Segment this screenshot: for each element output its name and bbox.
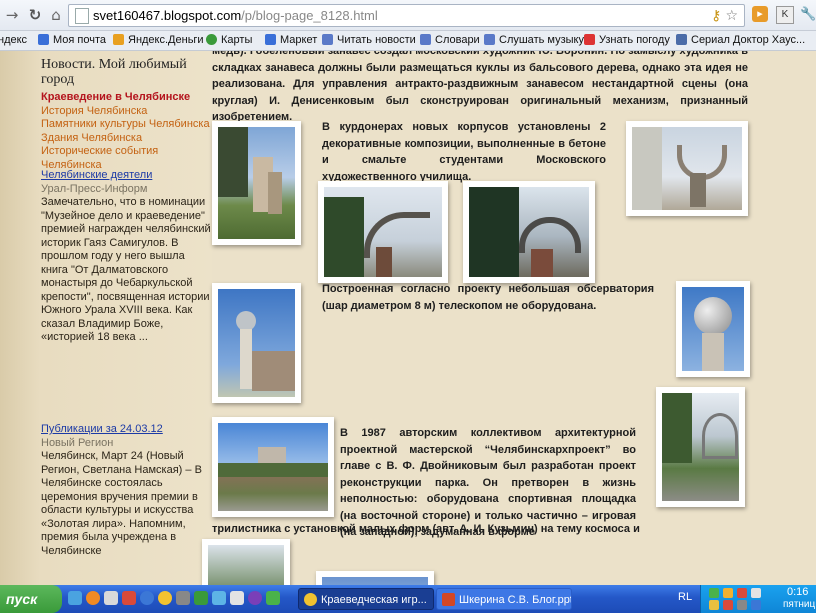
feed-source: Новый Регион [41, 436, 114, 449]
task-chrome[interactable]: Краеведческая игр... [298, 588, 434, 610]
reload-icon[interactable]: ↻ [25, 5, 45, 25]
photo-park-1 [212, 417, 334, 517]
market-icon [265, 34, 276, 45]
powerpoint-icon [442, 593, 455, 606]
language-indicator[interactable]: RL [678, 591, 692, 603]
money-icon [113, 34, 124, 45]
page-menu-icon[interactable]: K [776, 6, 794, 24]
maps-icon [206, 34, 217, 45]
feed-source: Урал-Пресс-Информ [41, 182, 148, 195]
photo-park-4 [316, 571, 434, 585]
mail-icon [38, 34, 49, 45]
bookmark-mail[interactable]: Моя почта [38, 33, 106, 48]
chrome-icon[interactable] [158, 591, 172, 605]
sidebar: Новости. Мой любимый город Краеведение в… [0, 51, 212, 585]
web-page: Новости. Мой любимый город Краеведение в… [0, 51, 816, 585]
quicklaunch-icon[interactable] [122, 591, 136, 605]
task-powerpoint[interactable]: Шкерина С.В. Блог.ppt [436, 588, 572, 610]
tray-icon[interactable] [737, 588, 747, 598]
bookmark-dictionaries[interactable]: Словари [420, 33, 480, 48]
wrench-icon[interactable]: 🔧 [800, 6, 816, 22]
ie-icon[interactable] [140, 591, 154, 605]
bookmark-market[interactable]: Маркет [265, 33, 317, 48]
browser-toolbar: → ↻ ⌂ svet160467.blogspot.com/p/blog-pag… [0, 0, 816, 31]
feed-text: Челябинск, Март 24 (Новый Регион, Светла… [41, 450, 202, 557]
link-publications[interactable]: Публикации за 24.03.12 [41, 423, 213, 437]
paragraph-compositions: В курдонерах новых корпусов установлены … [322, 121, 606, 183]
link-events[interactable]: Исторические события Челябинска [41, 145, 213, 172]
quicklaunch-icon[interactable] [104, 591, 118, 605]
link-buildings[interactable]: Здания Челябинска [41, 132, 213, 146]
bookmark-news[interactable]: Читать новости [322, 33, 416, 48]
sidebar-links: Краеведение в Челябинске История Челябин… [41, 91, 213, 172]
bookmarks-bar: ндекс Моя почта Яндекс.Деньги Карты Марк… [0, 31, 816, 51]
photo-observatory-1 [212, 283, 301, 403]
bookmark-house-md[interactable]: Сериал Доктор Хаус... [676, 33, 805, 48]
quicklaunch-icon[interactable] [68, 591, 82, 605]
paragraph-observatory: Построенная согласно проекту небольшая о… [322, 283, 654, 312]
quicklaunch-icon[interactable] [194, 591, 208, 605]
feed-publications: Публикации за 24.03.12 Новый Регион Челя… [41, 423, 213, 558]
bookmark-music[interactable]: Слушать музыку [484, 33, 584, 48]
tray-icon[interactable] [723, 588, 733, 598]
page-icon [75, 8, 89, 24]
feed-figures: Челябинские деятели Урал-Пресс-Информ За… [41, 169, 213, 345]
clock-day: пятниц [783, 599, 816, 610]
news-icon [322, 34, 333, 45]
quicklaunch-icon[interactable] [212, 591, 226, 605]
feed-text: Замечательно, что в номинации "Музейное … [41, 196, 211, 343]
quicklaunch-icon[interactable] [230, 591, 244, 605]
start-button[interactable]: пуск [0, 585, 62, 613]
tray-icon[interactable] [709, 588, 719, 598]
tray-icon[interactable] [709, 600, 719, 610]
firefox-icon[interactable] [86, 591, 100, 605]
tray-icon[interactable] [737, 600, 747, 610]
bookmark-yandex[interactable]: ндекс [0, 33, 27, 48]
chrome-icon [304, 593, 317, 606]
quicklaunch-icon[interactable] [248, 591, 262, 605]
clock-time[interactable]: 0:16 [787, 586, 808, 598]
link-figures[interactable]: Челябинские деятели [41, 169, 213, 183]
system-tray: 0:16 пятниц [700, 585, 816, 613]
dictionary-icon [420, 34, 431, 45]
extension-icon[interactable]: ▸ [752, 6, 768, 22]
photo-sculpture-3 [318, 181, 448, 283]
music-icon [484, 34, 495, 45]
forward-arrow-icon[interactable]: → [2, 5, 22, 25]
link-history[interactable]: История Челябинска [41, 105, 213, 119]
bookmark-weather[interactable]: Узнать погоду [584, 33, 670, 48]
link-local-history[interactable]: Краеведение в Челябинске [41, 91, 213, 105]
link-monuments[interactable]: Памятники культуры Челябинска [41, 118, 213, 132]
photo-park-3 [202, 539, 290, 585]
photo-sculpture-2 [626, 121, 748, 216]
taskbar: пуск Краеведческая игр... Шкерина С.В. Б… [0, 585, 816, 613]
photo-observatory-2 [676, 281, 750, 377]
tray-icon[interactable] [751, 588, 761, 598]
bookmark-yandex-money[interactable]: Яндекс.Деньги [113, 33, 204, 48]
url-path: /p/blog-page_8128.html [241, 8, 378, 23]
address-bar[interactable]: svet160467.blogspot.com/p/blog-page_8128… [68, 4, 745, 27]
url-host: svet160467.blogspot.com [93, 8, 242, 23]
paragraph-park-end: трилистника с установкой малых форм (авт… [212, 523, 640, 535]
key-icon[interactable]: ⚷ [711, 8, 721, 24]
quicklaunch-icon[interactable] [266, 591, 280, 605]
bookmark-page-icon [676, 34, 687, 45]
photo-sculpture-1 [212, 121, 301, 245]
sidebar-title: Новости. Мой любимый город [41, 57, 187, 87]
bookmark-maps[interactable]: Карты [206, 33, 252, 48]
tray-icon[interactable] [751, 600, 761, 610]
article-content: медь). Гобеленовый занавес создал москов… [202, 51, 816, 585]
quicklaunch-icon[interactable] [176, 591, 190, 605]
photo-park-2 [656, 387, 745, 507]
photo-sculpture-4 [463, 181, 595, 283]
paragraph-curtain: медь). Гобеленовый занавес создал москов… [212, 51, 748, 123]
weather-icon [584, 34, 595, 45]
home-icon[interactable]: ⌂ [46, 5, 66, 25]
star-icon[interactable]: ☆ [725, 8, 738, 24]
tray-icon[interactable] [723, 600, 733, 610]
